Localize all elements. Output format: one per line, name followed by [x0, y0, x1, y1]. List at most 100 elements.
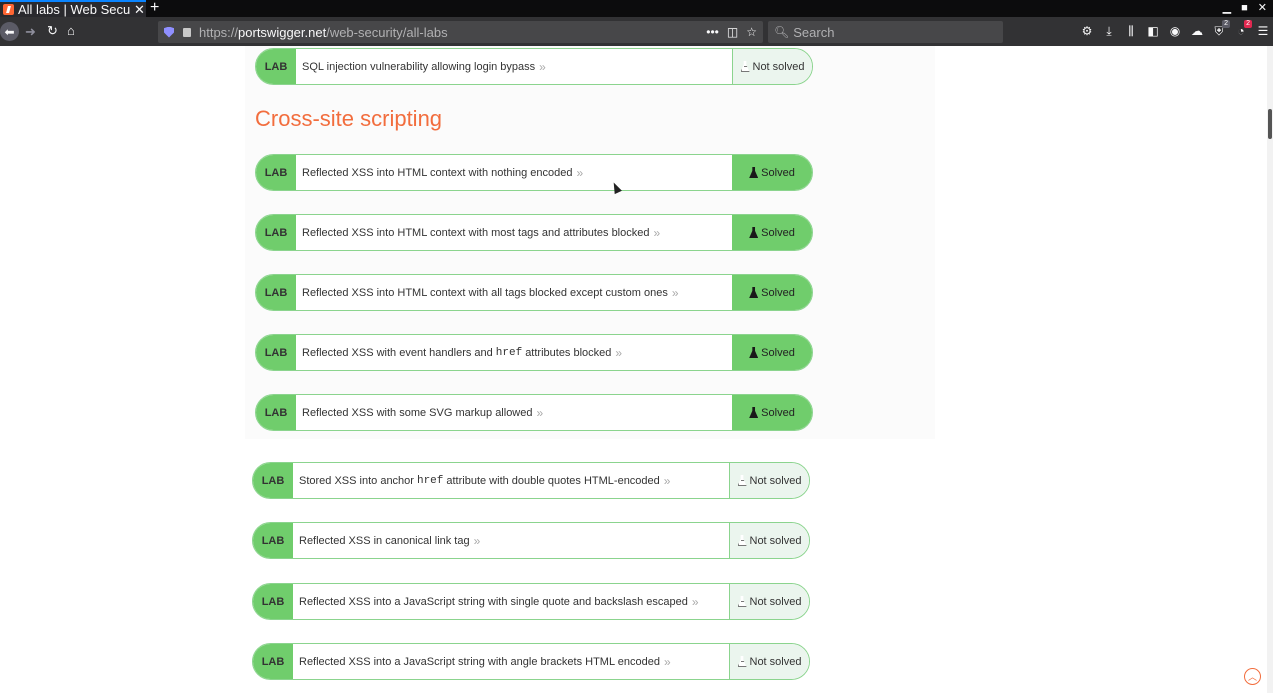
lab-title-part: attributes blocked	[525, 346, 612, 359]
browser-tab-active[interactable]: All labs | Web Security Academy ✕	[0, 0, 146, 17]
url-actions: ••• ◫ ☆	[706, 25, 757, 39]
lab-row: LAB Reflected XSS in canonical link tag»…	[252, 522, 810, 559]
lab-title-code: href	[495, 346, 523, 359]
lab-link[interactable]: Reflected XSS in canonical link tag»	[293, 523, 729, 558]
status-label: Not solved	[749, 655, 802, 668]
chevron-right-icon: »	[615, 345, 623, 360]
url-host: portswigger.net	[238, 24, 327, 40]
lab-link[interactable]: Reflected XSS with event handlers and hre…	[296, 335, 732, 370]
lab-link[interactable]: SQL injection vulnerability allowing log…	[296, 49, 732, 84]
url-text[interactable]: https://portswigger.net/web-security/all…	[199, 25, 448, 40]
flask-filled-icon	[749, 287, 759, 298]
flask-filled-icon	[749, 167, 759, 178]
section-title: Cross-site scripting	[255, 106, 443, 131]
close-tab-icon[interactable]: ✕	[134, 2, 145, 18]
navigation-toolbar: ⬅ ➜ ↻ ⌂ https://portswigger.net/web-secu…	[0, 17, 1273, 46]
url-path: /web-security/all-labs	[326, 24, 448, 40]
lab-title: Reflected XSS into HTML context with all…	[302, 286, 668, 299]
chevron-right-icon: »	[653, 225, 661, 240]
chevron-right-icon: »	[539, 59, 546, 74]
back-to-top-icon[interactable]: ︿	[1244, 668, 1261, 685]
lab-link[interactable]: Reflected XSS into HTML context with all…	[296, 275, 732, 310]
lab-title: SQL injection vulnerability allowing log…	[302, 60, 536, 73]
chevron-right-icon: »	[663, 473, 671, 488]
minimize-icon[interactable]: ▁	[1223, 0, 1231, 17]
lab-tag: LAB	[253, 584, 293, 619]
lab-tag: LAB	[256, 335, 296, 370]
status-label: Not solved	[749, 534, 802, 547]
bookmark-star-icon[interactable]: ☆	[746, 25, 757, 39]
flask-outline-icon	[737, 596, 747, 607]
lab-row: LAB Reflected XSS into HTML context with…	[255, 274, 813, 311]
lab-tag: LAB	[256, 275, 296, 310]
library-icon[interactable]: ⫼	[1124, 24, 1138, 38]
chevron-right-icon: »	[691, 594, 699, 609]
lab-link[interactable]: Reflected XSS into a JavaScript string w…	[293, 644, 729, 679]
search-icon: 🔍︎	[774, 25, 790, 39]
forward-button[interactable]: ➜	[25, 24, 36, 40]
menu-hamburger-icon[interactable]: ☰	[1256, 24, 1270, 38]
lab-link[interactable]: Reflected XSS into a JavaScript string w…	[293, 584, 729, 619]
lab-tag: LAB	[253, 644, 293, 679]
page-actions-icon[interactable]: •••	[706, 25, 719, 39]
status-badge: Not solved	[732, 49, 812, 84]
portswigger-favicon-icon	[3, 4, 14, 15]
lab-row: LAB Stored XSS into anchor href attribute …	[252, 462, 810, 499]
scrollbar-thumb[interactable]	[1268, 109, 1272, 139]
page-scrollbar[interactable]	[1267, 46, 1273, 693]
cloud-sync-icon[interactable]: ☁	[1190, 24, 1204, 38]
reload-button[interactable]: ↻	[47, 23, 58, 39]
flask-outline-icon	[740, 61, 750, 72]
sidebar-icon[interactable]: ◧	[1146, 24, 1160, 38]
status-badge: Solved	[732, 275, 812, 310]
lab-title-part: attribute with double quotes HTML-encode…	[446, 474, 660, 487]
lab-link[interactable]: Reflected XSS with some SVG markup allow…	[296, 395, 732, 430]
lab-title: Reflected XSS into HTML context with not…	[302, 166, 573, 179]
status-label: Solved	[761, 166, 795, 179]
chevron-right-icon: »	[671, 285, 679, 300]
lab-title: Reflected XSS into a JavaScript string w…	[299, 655, 660, 668]
lab-link[interactable]: Reflected XSS into HTML context with not…	[296, 155, 732, 190]
extension-toolbar: ⚙ ⤓ ⫼ ◧ ◉ ☁ ⛨ 2 ◔ 2 ☰	[1080, 20, 1270, 38]
flask-outline-icon	[737, 656, 747, 667]
flask-filled-icon	[749, 227, 759, 238]
lab-link[interactable]: Stored XSS into anchor href attribute with…	[293, 463, 729, 498]
back-button[interactable]: ⬅	[0, 22, 19, 41]
url-bar[interactable]: https://portswigger.net/web-security/all…	[158, 21, 763, 43]
new-tab-button[interactable]: +	[150, 0, 159, 17]
search-input[interactable]	[793, 24, 994, 40]
profile-badge: 2	[1244, 20, 1252, 28]
lab-tag: LAB	[256, 49, 296, 84]
chevron-right-icon: »	[576, 165, 584, 180]
lab-title: Reflected XSS into a JavaScript string w…	[299, 595, 688, 608]
lab-row: LAB Reflected XSS with event handlers an…	[255, 334, 813, 371]
lab-row: LAB Reflected XSS into a JavaScript stri…	[252, 643, 810, 680]
tab-title: All labs | Web Security Academy	[18, 2, 130, 17]
window-controls: ▁ ■ ✕	[1223, 0, 1267, 17]
ublock-extension-icon[interactable]: ⛨ 2	[1212, 20, 1230, 38]
search-bar[interactable]: 🔍︎	[768, 21, 1003, 43]
status-badge: Solved	[732, 335, 812, 370]
home-button[interactable]: ⌂	[67, 23, 75, 38]
lock-icon[interactable]	[183, 27, 191, 37]
url-scheme: https://	[199, 24, 239, 40]
close-window-icon[interactable]: ✕	[1258, 0, 1267, 17]
flask-filled-icon	[749, 347, 759, 358]
maximize-icon[interactable]: ■	[1241, 0, 1248, 17]
foxyproxy-extension-icon[interactable]: ◔ 2	[1234, 20, 1252, 38]
status-badge: Not solved	[729, 523, 809, 558]
tracking-protection-shield-icon[interactable]	[164, 26, 174, 38]
lab-link[interactable]: Reflected XSS into HTML context with mos…	[296, 215, 732, 250]
pocket-icon[interactable]: ◫	[727, 25, 738, 39]
downloads-icon[interactable]: ⤓	[1102, 24, 1116, 38]
status-label: Not solved	[749, 474, 802, 487]
status-badge: Not solved	[729, 644, 809, 679]
settings-gear-icon[interactable]: ⚙	[1080, 24, 1094, 38]
account-icon[interactable]: ◉	[1168, 24, 1182, 38]
status-badge: Solved	[732, 395, 812, 430]
lab-title-part: Reflected XSS with event handlers and	[302, 346, 493, 359]
page-content: LAB SQL injection vulnerability allowing…	[0, 46, 1273, 693]
flask-outline-icon	[737, 535, 747, 546]
lab-title-part: Stored XSS into anchor	[299, 474, 414, 487]
lab-title: Reflected XSS into HTML context with mos…	[302, 226, 650, 239]
